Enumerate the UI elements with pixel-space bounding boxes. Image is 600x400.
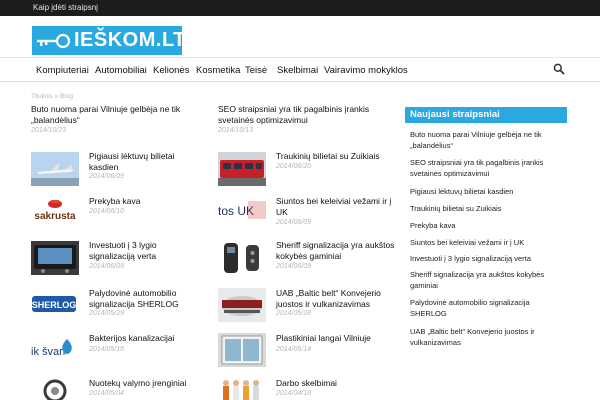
key-icon xyxy=(37,33,71,49)
search-icon[interactable] xyxy=(553,63,565,75)
post-date: 2014/10/23 xyxy=(31,127,67,134)
post-title[interactable]: Traukinių bilietai su Zuikiais xyxy=(276,151,396,162)
post-date: 2014/05/04 xyxy=(89,390,125,397)
nav-item-skelbimai[interactable]: Skelbimai xyxy=(277,65,318,76)
post-thumbnail-job-ads[interactable] xyxy=(218,377,266,400)
post-title[interactable]: Buto nuoma parai Vilniuje gelbėja ne tik… xyxy=(31,104,191,126)
post-thumbnail-svari[interactable]: ik švari xyxy=(31,333,79,367)
sidebar-recent-post[interactable]: SEO straipsniai yra tik pagalbinis įrank… xyxy=(410,157,560,179)
post-date: 2014/05/14 xyxy=(276,346,312,353)
post-title[interactable]: Bakterijos kanalizacijai xyxy=(89,333,199,344)
nav-item-kompiuteriai[interactable]: Kompiuteriai xyxy=(36,65,89,76)
post-title[interactable]: Investuoti į 3 lygio signalizaciją verta xyxy=(89,240,199,262)
sherlog-logo-text: SHERLOG xyxy=(32,300,77,310)
post-thumbnail-windows[interactable] xyxy=(218,333,266,367)
post-title[interactable]: Palydovinė automobilio signalizacija SHE… xyxy=(89,288,199,310)
post-thumbnail-sherlog[interactable]: SHERLOG xyxy=(31,288,79,322)
sidebar-recent-post[interactable]: Palydovinė automobilio signalizacija SHE… xyxy=(410,297,560,319)
post-thumbnail-airplane[interactable] xyxy=(31,152,79,186)
nav-item-vairavimo-mokyklos[interactable]: Vairavimo mokyklos xyxy=(324,65,408,76)
breadcrumb: Titulinis » Blog xyxy=(31,93,74,100)
post-thumbnail-uk-shipping[interactable]: tos UK xyxy=(218,193,266,227)
post-title[interactable]: UAB „Baltic belt“ Konvejerio juostos ir … xyxy=(276,288,401,310)
post-title[interactable]: Darbo skelbimai xyxy=(276,378,396,389)
post-thumbnail-sheriff-remote[interactable] xyxy=(218,241,266,275)
svari-logo-text: ik švari xyxy=(31,346,65,358)
top-bar: Kaip įdėti straipsnį xyxy=(0,0,600,16)
post-thumbnail-car-alarm-screen[interactable] xyxy=(31,241,79,275)
post-date: 2014/04/18 xyxy=(276,390,312,397)
post-date: 2014/10/13 xyxy=(218,127,254,134)
submit-article-link[interactable]: Kaip įdėti straipsnį xyxy=(33,3,98,12)
post-date: 2014/06/09 xyxy=(89,173,125,180)
sidebar-recent-post[interactable]: UAB „Baltic belt“ Konvejerio juostos ir … xyxy=(410,326,560,348)
post-title[interactable]: Nuotekų valymo įrenginiai xyxy=(89,378,199,389)
post-thumbnail-conveyor[interactable] xyxy=(218,288,266,322)
nav-item-keliones[interactable]: Kelionės xyxy=(153,65,189,76)
nav-item-teise[interactable]: Teisė xyxy=(245,65,267,76)
nav-item-kosmetika[interactable]: Kosmetika xyxy=(196,65,240,76)
post-date: 2014/05/28 xyxy=(276,310,312,317)
post-date: 2014/06/20 xyxy=(276,163,312,170)
sidebar-recent-post[interactable]: Buto nuoma parai Vilniuje gelbėja ne tik… xyxy=(410,129,560,151)
sakrusta-logo-text: sakrusta xyxy=(34,211,76,222)
main-nav: Kompiuteriai Automobiliai Kelionės Kosme… xyxy=(0,57,600,82)
site-logo[interactable]: IEŠKOM.LT xyxy=(32,26,182,55)
post-date: 2014/05/29 xyxy=(89,310,125,317)
sidebar-heading-underline xyxy=(405,121,567,123)
post-thumbnail-sakrusta[interactable]: sakrusta xyxy=(31,193,79,227)
post-thumbnail-train[interactable] xyxy=(218,152,266,186)
post-thumbnail-water-treatment[interactable] xyxy=(31,377,79,400)
post-date: 2014/06/09 xyxy=(89,263,125,270)
sidebar-recent-post[interactable]: Pigiausi lėktuvų bilietai kasdien xyxy=(410,186,560,197)
post-title[interactable]: Pigiausi lėktuvų bilietai kasdien xyxy=(89,151,199,173)
post-title[interactable]: Siuntos bei keleiviai vežami ir į UK xyxy=(276,196,396,218)
post-title[interactable]: Prekyba kava xyxy=(89,196,199,207)
post-title[interactable]: Sheriff signalizacija yra aukštos kokybė… xyxy=(276,240,396,262)
post-title[interactable]: Plastikiniai langai Vilniuje xyxy=(276,333,396,344)
sidebar-heading: Naujausi straipsniai xyxy=(405,107,567,122)
sidebar-recent-post[interactable]: Prekyba kava xyxy=(410,220,560,231)
post-date: 2014/06/09 xyxy=(276,263,312,270)
post-date: 2014/06/10 xyxy=(89,208,125,215)
sidebar-recent-post[interactable]: Traukinių bilietai su Zuikiais xyxy=(410,203,560,214)
logo-text: IEŠKOM.LT xyxy=(74,29,182,51)
nav-item-automobiliai[interactable]: Automobiliai xyxy=(95,65,147,76)
post-date: 2014/06/09 xyxy=(276,219,312,226)
post-date: 2014/05/16 xyxy=(89,346,125,353)
sidebar-recent-post[interactable]: Investuoti į 3 lygio signalizaciją verta xyxy=(410,253,560,264)
sidebar-recent-post[interactable]: Siuntos bei keleiviai vežami ir į UK xyxy=(410,237,560,248)
post-title[interactable]: SEO straipsniai yra tik pagalbinis įrank… xyxy=(218,104,383,126)
sidebar-recent-post[interactable]: Sheriff signalizacija yra aukštos kokybė… xyxy=(410,269,560,291)
